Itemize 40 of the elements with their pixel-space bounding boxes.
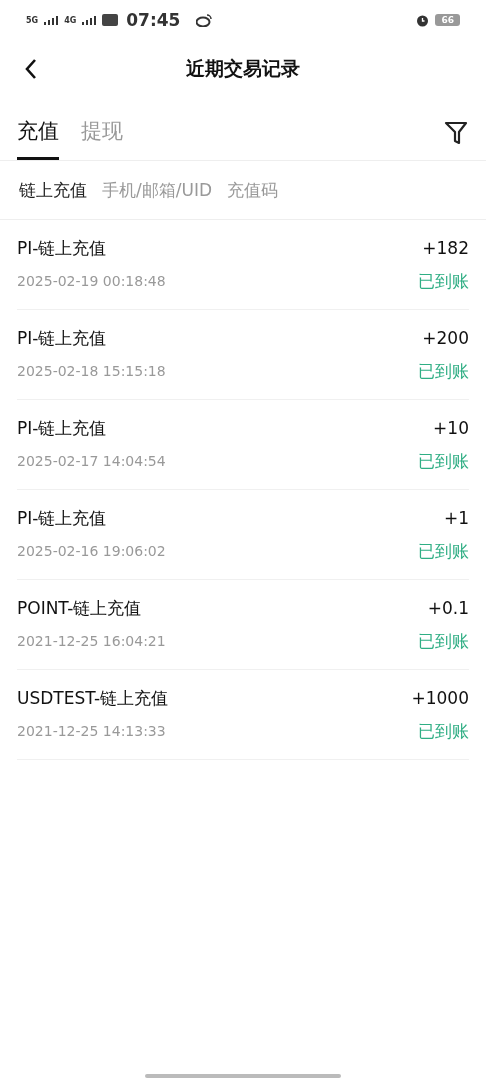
record-status: 已到账 (418, 359, 469, 383)
record-title: POINT-链上充值 (17, 596, 142, 620)
signal-icon (44, 15, 59, 25)
record-time: 2021-12-25 14:13:33 (17, 723, 166, 739)
record-title: PI-链上充值 (17, 236, 107, 260)
sub-tab[interactable]: 充值码 (227, 178, 278, 202)
clock-time: 07:45 (126, 10, 181, 30)
record-amount: +10 (433, 418, 469, 438)
record-amount: +200 (422, 328, 469, 348)
tab[interactable]: 提现 (81, 117, 123, 160)
record-amount: +1 (443, 508, 469, 528)
record-title: PI-链上充值 (17, 416, 107, 440)
record-status: 已到账 (418, 269, 469, 293)
record-title: PI-链上充值 (17, 506, 107, 530)
record-title: USDTEST-链上充值 (17, 686, 169, 710)
tab[interactable]: 充值 (17, 117, 59, 160)
filter-button[interactable] (443, 120, 469, 146)
record-time: 2025-02-16 19:06:02 (17, 543, 166, 559)
sub-tab[interactable]: 手机/邮箱/UID (102, 178, 212, 202)
record-title: PI-链上充值 (17, 326, 107, 350)
record-status: 已到账 (418, 629, 469, 653)
record-amount: +0.1 (427, 598, 469, 618)
alarm-icon (416, 13, 430, 27)
battery-level: 66 (435, 14, 460, 26)
chevron-left-icon (24, 58, 38, 80)
record-time: 2025-02-19 00:18:48 (17, 273, 166, 289)
signal-label: 4G (64, 15, 77, 25)
record-status: 已到账 (418, 539, 469, 563)
record-status: 已到账 (418, 719, 469, 743)
page-title: 近期交易记录 (186, 56, 300, 81)
filter-icon (443, 120, 469, 146)
record-amount: +182 (422, 238, 469, 258)
record-time: 2025-02-17 14:04:54 (17, 453, 166, 469)
signal-label: 5G (26, 15, 39, 25)
record-time: 2025-02-18 15:15:18 (17, 363, 166, 379)
record-status: 已到账 (418, 449, 469, 473)
record-time: 2021-12-25 16:04:21 (17, 633, 166, 649)
sub-tab[interactable]: 链上充值 (19, 178, 87, 202)
record-amount: +1000 (411, 688, 469, 708)
signal-icon (82, 15, 97, 25)
